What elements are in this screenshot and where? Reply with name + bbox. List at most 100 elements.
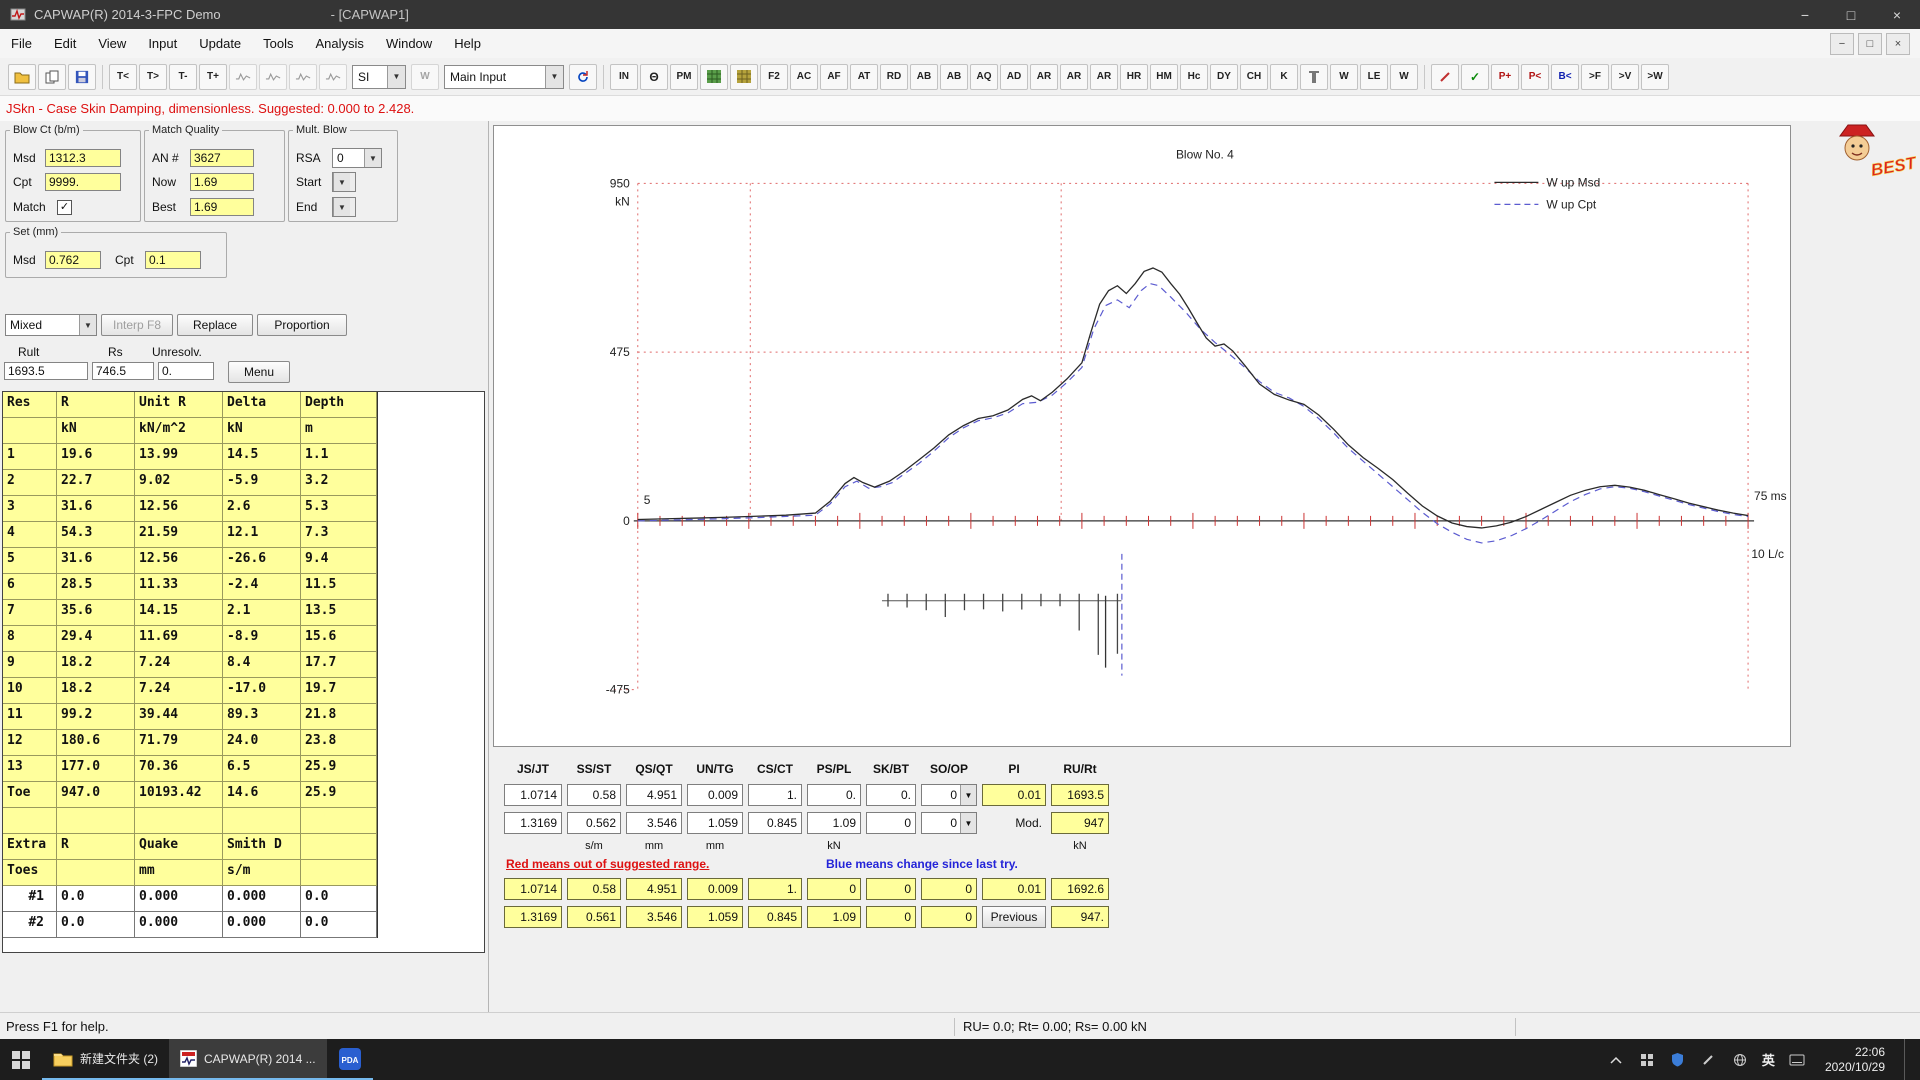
mq-now-field[interactable]: 1.69 [190,173,254,191]
res-table-cell[interactable]: 10193.42 [135,782,223,808]
param-field[interactable]: 1.3169 [504,812,562,834]
param-field[interactable]: 0 [921,878,977,900]
unit-system-select[interactable]: SI ▼ [352,64,406,89]
save-button[interactable] [68,63,96,90]
toolbar-button-IN-17[interactable]: IN [610,63,638,90]
res-table-cell[interactable]: 0.000 [223,886,301,912]
res-table-cell[interactable]: -8.9 [223,626,301,652]
res-table-cell[interactable]: 18.2 [57,652,135,678]
menu-view[interactable]: View [87,29,137,58]
res-table-cell[interactable]: 19.6 [57,444,135,470]
res-table-cell[interactable]: 11.69 [135,626,223,652]
res-table-cell[interactable]: 6 [3,574,57,600]
res-table-cell[interactable]: #1 [3,886,57,912]
res-table-cell[interactable]: 89.3 [223,704,301,730]
grid-olive-button[interactable] [730,63,758,90]
res-table-cell[interactable]: -17.0 [223,678,301,704]
toolbar-button-AF-24[interactable]: AF [820,63,848,90]
res-table-cell[interactable]: 9.4 [301,548,377,574]
res-table-cell[interactable]: 35.6 [57,600,135,626]
param-field[interactable]: 1.0714 [504,878,562,900]
rult-field[interactable]: 1693.5 [4,362,88,380]
rs-field[interactable]: 746.5 [92,362,154,380]
res-table-cell[interactable]: 5.3 [301,496,377,522]
clock[interactable]: 22:06 2020/10/29 [1819,1045,1891,1075]
res-table-cell[interactable]: 17.7 [301,652,377,678]
param-field[interactable]: 0 [866,906,916,928]
param-field[interactable]: 0.562 [567,812,621,834]
menu-edit[interactable]: Edit [43,29,87,58]
res-table-cell[interactable]: 3.2 [301,470,377,496]
toolbar-button-AR-33[interactable]: AR [1090,63,1118,90]
toolbar-button-AQ-29[interactable]: AQ [970,63,998,90]
res-table-cell[interactable]: 14.5 [223,444,301,470]
taskbar-pda-button[interactable]: PDA [326,1039,373,1080]
res-table-cell[interactable]: 11.33 [135,574,223,600]
toolbar-button-P+-47[interactable]: P+ [1491,63,1519,90]
start-button[interactable] [0,1039,42,1080]
res-table-cell[interactable]: 21.8 [301,704,377,730]
res-table-cell[interactable]: 25.9 [301,756,377,782]
res-table-cell[interactable]: -2.4 [223,574,301,600]
toolbar-button-AB-27[interactable]: AB [910,63,938,90]
res-table-cell[interactable]: 13 [3,756,57,782]
res-table-cell[interactable]: 7.24 [135,652,223,678]
param-field[interactable]: 1.059 [687,812,743,834]
analysis-number-field[interactable]: 3627 [190,149,254,167]
param-field[interactable]: 0 [866,812,916,834]
res-table-cell[interactable]: 1.1 [301,444,377,470]
open-button[interactable] [8,63,36,90]
res-table-cell[interactable]: 947.0 [57,782,135,808]
res-table-cell[interactable]: 6.5 [223,756,301,782]
maximize-button[interactable]: □ [1828,0,1874,29]
toolbar-button-T<-4[interactable]: T< [109,63,137,90]
minimize-button[interactable]: − [1782,0,1828,29]
param-field[interactable]: 0.58 [567,784,621,806]
toolbar-button-F2-22[interactable]: F2 [760,63,788,90]
res-table-cell[interactable]: 15.6 [301,626,377,652]
grid-green-button[interactable] [700,63,728,90]
toolbar-button->F-50[interactable]: >F [1581,63,1609,90]
res-table-cell[interactable]: -26.6 [223,548,301,574]
res-table-cell[interactable]: 0.000 [135,912,223,938]
param-field[interactable]: 1.09 [807,812,861,834]
res-table-cell[interactable]: -5.9 [223,470,301,496]
res-table-cell[interactable]: 99.2 [57,704,135,730]
toolbar-button-AT-25[interactable]: AT [850,63,878,90]
param-field[interactable]: 4.951 [626,878,682,900]
param-field[interactable]: 0.009 [687,878,743,900]
res-table-cell[interactable]: 0.000 [135,886,223,912]
res-table-cell[interactable]: 31.6 [57,548,135,574]
unresolved-field[interactable]: 0. [158,362,214,380]
res-table-cell[interactable]: 9.02 [135,470,223,496]
param-field[interactable]: 1.3169 [504,906,562,928]
res-table-cell[interactable]: 13.99 [135,444,223,470]
wave-1-button[interactable] [229,63,257,90]
wave-4-button[interactable] [319,63,347,90]
interp-button[interactable]: Interp F8 [101,314,173,336]
toolbar-button-W-43[interactable]: W [1390,63,1418,90]
toolbar-button-T>-5[interactable]: T> [139,63,167,90]
distribution-mode-select[interactable]: Mixed ▼ [5,314,97,336]
toolbar-button-W-41[interactable]: W [1330,63,1358,90]
param-field[interactable]: 4.951 [626,784,682,806]
res-table-cell[interactable]: 39.44 [135,704,223,730]
theta-button[interactable]: Θ [640,63,668,90]
mdi-minimize-button[interactable]: − [1830,32,1854,55]
toolbar-button-HM-35[interactable]: HM [1150,63,1178,90]
mdi-restore-button[interactable]: □ [1858,32,1882,55]
res-table-cell[interactable]: 12.1 [223,522,301,548]
menu-tools[interactable]: Tools [252,29,304,58]
param-field[interactable]: 947 [1051,812,1109,834]
wave-3-button[interactable] [289,63,317,90]
res-table-cell[interactable]: 180.6 [57,730,135,756]
tray-shield-icon[interactable] [1669,1051,1687,1069]
res-table-cell[interactable]: 28.5 [57,574,135,600]
rsa-select[interactable]: 0 ▼ [332,148,382,168]
res-table-cell[interactable]: 54.3 [57,522,135,548]
res-table-cell[interactable]: 25.9 [301,782,377,808]
res-table-cell[interactable]: 31.6 [57,496,135,522]
toolbar-button->W-52[interactable]: >W [1641,63,1669,90]
end-select[interactable]: ▼ [332,197,356,217]
pile-button[interactable] [1300,63,1328,90]
